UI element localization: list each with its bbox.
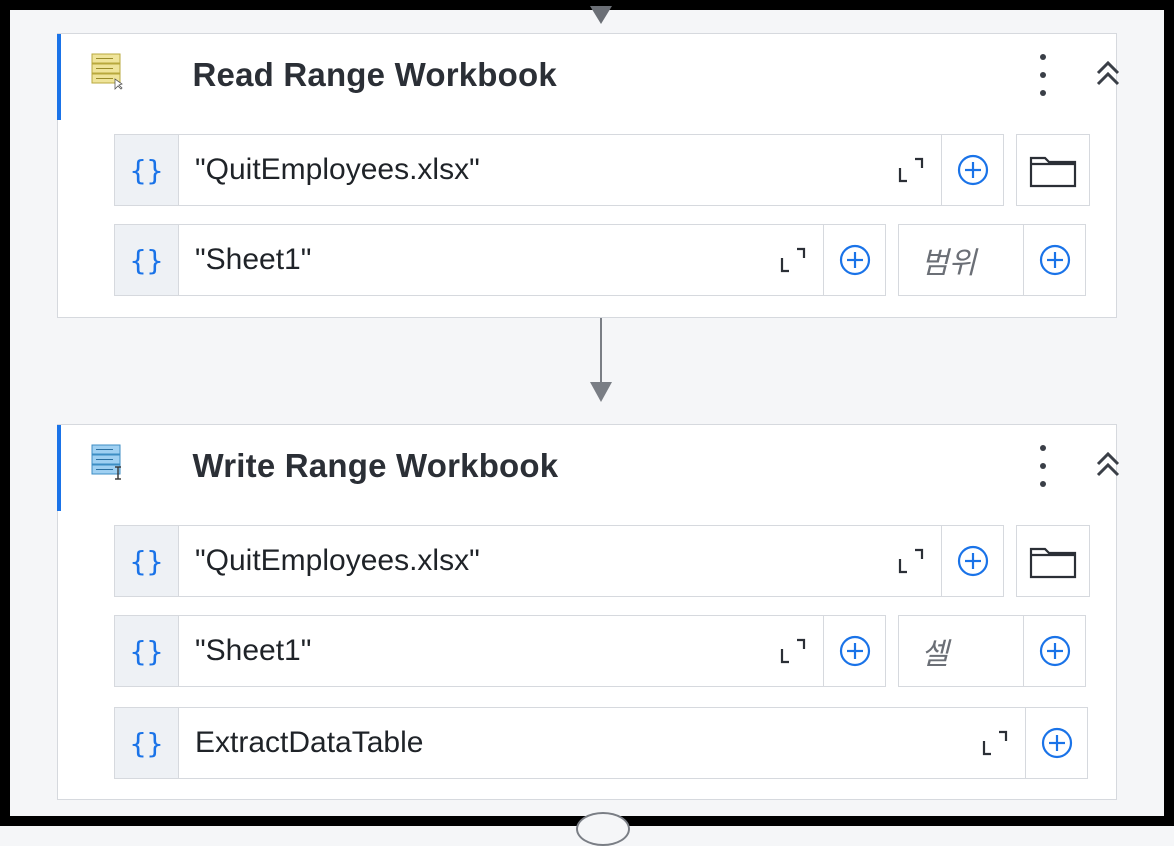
range-field[interactable]: 범위 bbox=[898, 224, 1086, 296]
expand-editor-icon[interactable] bbox=[965, 708, 1025, 778]
read-range-workbook-activity[interactable]: Read Range Workbook {} "QuitEmployees.xl… bbox=[56, 33, 1119, 318]
plus-circle-icon[interactable] bbox=[823, 616, 885, 686]
sheet-name-value[interactable]: "Sheet1" bbox=[179, 616, 763, 686]
plus-circle-icon[interactable] bbox=[1023, 225, 1085, 295]
more-options-icon[interactable] bbox=[1031, 441, 1055, 491]
expand-editor-icon[interactable] bbox=[881, 135, 941, 205]
workbook-path-value[interactable]: "QuitEmployees.xlsx" bbox=[179, 526, 881, 596]
read-range-icon bbox=[91, 53, 123, 90]
incoming-connector-arrow bbox=[590, 6, 612, 24]
variables-icon[interactable]: {} bbox=[115, 225, 179, 295]
variables-icon[interactable]: {} bbox=[115, 616, 179, 686]
folder-icon bbox=[1029, 156, 1077, 188]
browse-folder-button[interactable] bbox=[1016, 134, 1090, 206]
sheet-name-field[interactable]: {} "Sheet1" bbox=[114, 224, 886, 296]
activity-title: Write Range Workbook bbox=[192, 447, 559, 484]
double-chevron-up-icon[interactable] bbox=[1091, 54, 1125, 94]
activity-header[interactable]: Write Range Workbook bbox=[56, 425, 1119, 511]
double-chevron-up-icon[interactable] bbox=[1091, 445, 1125, 485]
write-range-icon bbox=[91, 444, 121, 480]
workbook-path-field[interactable]: {} "QuitEmployees.xlsx" bbox=[114, 525, 1004, 597]
sheet-name-value[interactable]: "Sheet1" bbox=[179, 225, 763, 295]
variables-icon[interactable]: {} bbox=[115, 526, 179, 596]
plus-circle-icon[interactable] bbox=[941, 526, 1003, 596]
variables-icon[interactable]: {} bbox=[115, 708, 179, 778]
more-options-icon[interactable] bbox=[1031, 50, 1055, 100]
connector-line bbox=[600, 318, 602, 384]
activity-title: Read Range Workbook bbox=[192, 56, 557, 93]
workbook-path-value[interactable]: "QuitEmployees.xlsx" bbox=[179, 135, 881, 205]
start-cell-field[interactable]: 셀 bbox=[898, 615, 1086, 687]
plus-circle-icon[interactable] bbox=[1023, 616, 1085, 686]
folder-icon bbox=[1029, 547, 1077, 579]
range-placeholder[interactable]: 범위 bbox=[899, 225, 1023, 295]
plus-circle-icon[interactable] bbox=[823, 225, 885, 295]
cell-placeholder[interactable]: 셀 bbox=[899, 616, 1023, 686]
expand-editor-icon[interactable] bbox=[763, 616, 823, 686]
data-table-field[interactable]: {} ExtractDataTable bbox=[114, 707, 1088, 779]
plus-circle-icon[interactable] bbox=[1025, 708, 1087, 778]
browse-folder-button[interactable] bbox=[1016, 525, 1090, 597]
activity-header[interactable]: Read Range Workbook bbox=[56, 34, 1119, 120]
add-activity-connector[interactable] bbox=[576, 812, 630, 846]
plus-circle-icon[interactable] bbox=[941, 135, 1003, 205]
workbook-path-field[interactable]: {} "QuitEmployees.xlsx" bbox=[114, 134, 1004, 206]
expand-editor-icon[interactable] bbox=[763, 225, 823, 295]
expand-editor-icon[interactable] bbox=[881, 526, 941, 596]
sheet-name-field[interactable]: {} "Sheet1" bbox=[114, 615, 886, 687]
connector-arrow bbox=[590, 382, 612, 402]
variables-icon[interactable]: {} bbox=[115, 135, 179, 205]
write-range-workbook-activity[interactable]: Write Range Workbook {} "QuitEmployees.x… bbox=[56, 424, 1119, 800]
data-table-value[interactable]: ExtractDataTable bbox=[179, 708, 965, 778]
